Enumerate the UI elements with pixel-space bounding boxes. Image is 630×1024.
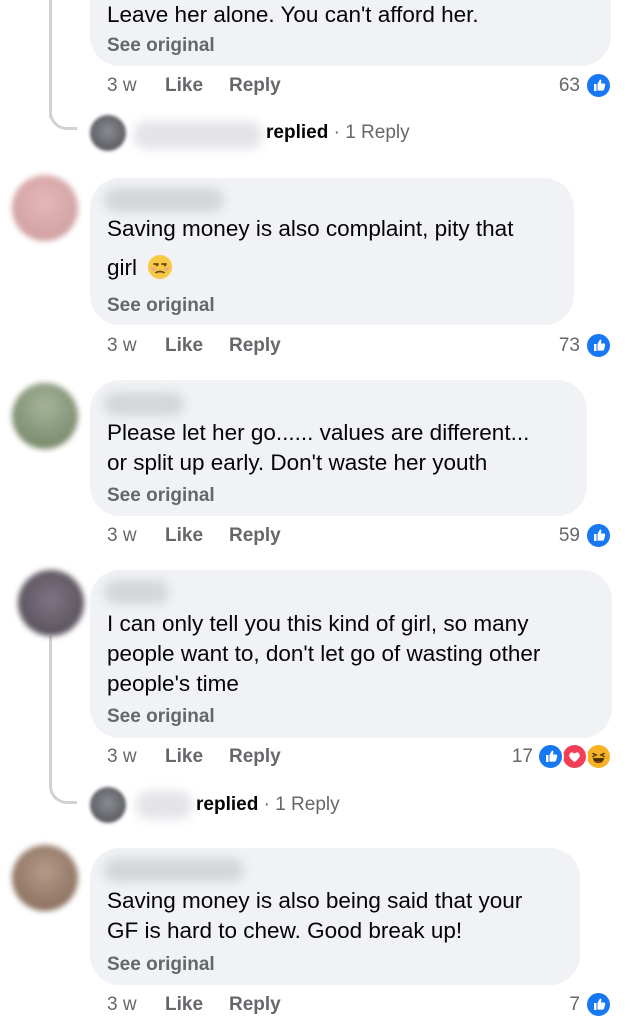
reply-button[interactable]: Reply xyxy=(229,994,281,1016)
reaction-count[interactable]: 73 xyxy=(540,335,580,357)
like-icon[interactable] xyxy=(585,332,612,359)
haha-icon[interactable] xyxy=(585,743,612,770)
reaction-count[interactable]: 17 xyxy=(493,746,533,768)
comment-text: I can only tell you this kind of girl, s… xyxy=(107,611,529,636)
see-original-link[interactable]: See original xyxy=(107,485,215,507)
reply-separator: · xyxy=(258,794,276,815)
comment-time[interactable]: 3 w xyxy=(107,746,137,768)
comment-text: people's time xyxy=(107,671,239,696)
love-icon[interactable] xyxy=(561,743,588,770)
comment-time[interactable]: 3 w xyxy=(107,75,137,97)
comment-text: or split up early. Don't waste her youth xyxy=(107,450,488,475)
like-icon[interactable] xyxy=(537,743,564,770)
like-button[interactable]: Like xyxy=(165,525,203,547)
like-button[interactable]: Like xyxy=(165,994,203,1016)
unamused-face-emoji xyxy=(147,254,173,280)
comment-text-line: girl xyxy=(107,255,138,280)
like-icon[interactable] xyxy=(585,991,612,1018)
like-icon[interactable] xyxy=(585,72,612,99)
commenter-name[interactable] xyxy=(104,858,244,882)
comment-text: Saving money is also being said that you… xyxy=(107,888,523,913)
see-original-link[interactable]: See original xyxy=(107,295,215,317)
reply-button[interactable]: Reply xyxy=(229,746,281,768)
comment-time[interactable]: 3 w xyxy=(107,994,137,1016)
replier-name[interactable] xyxy=(134,121,262,149)
comment-text: people want to, don't let go of wasting … xyxy=(107,641,541,666)
avatar[interactable] xyxy=(12,383,78,449)
comment-text: girl xyxy=(107,253,173,284)
comment-time[interactable]: 3 w xyxy=(107,335,137,357)
reply-separator: · xyxy=(328,122,346,143)
replied-label: replied xyxy=(196,794,259,815)
comment-text: Leave her alone. You can't afford her. xyxy=(107,2,479,27)
see-original-link[interactable]: See original xyxy=(107,954,215,976)
comment-time[interactable]: 3 w xyxy=(107,525,137,547)
thread-curve xyxy=(49,96,77,130)
view-replies-link[interactable]: replied · 1 Reply xyxy=(266,122,410,144)
reply-button[interactable]: Reply xyxy=(229,525,281,547)
replier-name[interactable] xyxy=(136,791,192,819)
avatar[interactable] xyxy=(90,115,126,151)
avatar[interactable] xyxy=(90,787,126,823)
reply-button[interactable]: Reply xyxy=(229,75,281,97)
reply-button[interactable]: Reply xyxy=(229,335,281,357)
commenter-name[interactable] xyxy=(104,580,169,604)
reply-count: 1 Reply xyxy=(275,794,340,815)
like-icon[interactable] xyxy=(585,522,612,549)
see-original-link[interactable]: See original xyxy=(107,35,215,57)
avatar[interactable] xyxy=(12,845,78,911)
reaction-count[interactable]: 63 xyxy=(540,75,580,97)
like-button[interactable]: Like xyxy=(165,746,203,768)
view-replies-link[interactable]: replied · 1 Reply xyxy=(196,794,340,816)
avatar[interactable] xyxy=(12,175,78,241)
reaction-count[interactable]: 59 xyxy=(540,525,580,547)
see-original-link[interactable]: See original xyxy=(107,706,215,728)
like-button[interactable]: Like xyxy=(165,75,203,97)
commenter-name[interactable] xyxy=(104,392,184,416)
like-button[interactable]: Like xyxy=(165,335,203,357)
reaction-count[interactable]: 7 xyxy=(540,994,580,1016)
commenter-name[interactable] xyxy=(104,188,224,212)
comment-text: Please let her go...... values are diffe… xyxy=(107,420,530,445)
comment-text: GF is hard to chew. Good break up! xyxy=(107,918,463,943)
thread-line xyxy=(49,636,52,786)
thread-curve xyxy=(49,770,77,804)
comment-text: Saving money is also complaint, pity tha… xyxy=(107,216,514,241)
replied-label: replied xyxy=(266,122,329,143)
reply-count: 1 Reply xyxy=(345,122,410,143)
avatar[interactable] xyxy=(18,570,84,636)
